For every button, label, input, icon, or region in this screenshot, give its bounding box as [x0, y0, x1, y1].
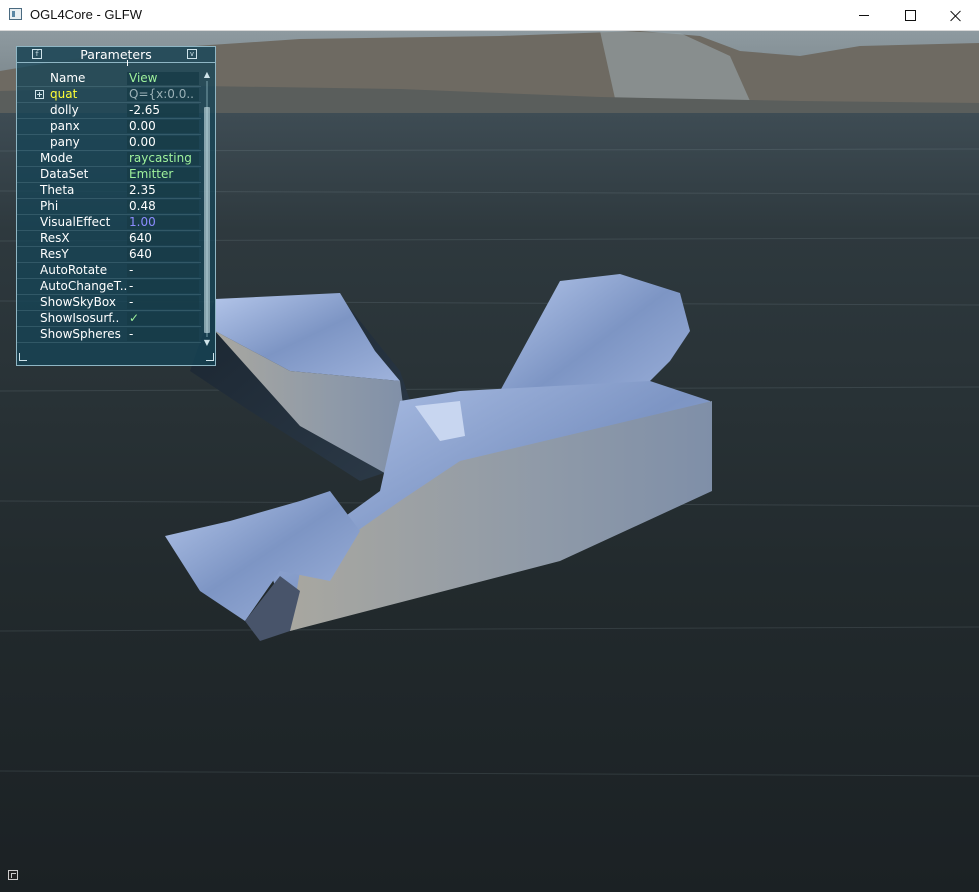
param-row-showisosurface[interactable]: ShowIsosurf.. ✓ [17, 311, 201, 327]
param-label: ShowIsosurf.. [40, 311, 120, 325]
maximize-icon [904, 10, 916, 21]
parameter-list: Name View quat Q={x:0.0.. dolly -2.65 pa… [17, 71, 201, 343]
param-row-autochange[interactable]: AutoChangeT.. - [17, 279, 201, 295]
param-label: VisualEffect [40, 215, 111, 229]
close-icon [950, 10, 962, 22]
scroll-thumb[interactable] [204, 107, 210, 333]
panel-header[interactable]: f Parameters v [17, 47, 215, 63]
param-label: ShowSpheres [40, 327, 121, 341]
param-value[interactable]: 0.00 [127, 136, 199, 149]
app-icon [9, 8, 22, 20]
param-label: quat [50, 87, 78, 101]
param-value[interactable]: - [127, 296, 199, 309]
param-label: ShowSkyBox [40, 295, 116, 309]
text-cursor [127, 60, 128, 66]
param-value[interactable]: - [127, 328, 199, 341]
param-row-panx[interactable]: panx 0.00 [17, 119, 201, 135]
param-value: View [127, 72, 199, 85]
param-value[interactable]: 640 [127, 232, 199, 245]
window-title: OGL4Core - GLFW [30, 7, 142, 22]
param-label: Theta [40, 183, 75, 197]
param-label: DataSet [40, 167, 89, 181]
param-value[interactable]: -2.65 [127, 104, 199, 117]
expand-plus-icon[interactable] [35, 90, 44, 99]
param-value[interactable]: 640 [127, 248, 199, 261]
close-button[interactable] [933, 0, 979, 31]
minimize-icon [859, 15, 869, 16]
param-value[interactable]: Q={x:0.0.. [127, 88, 199, 101]
resize-handle-right[interactable] [206, 353, 214, 361]
param-value[interactable]: - [127, 264, 199, 277]
panel-scrollbar[interactable]: ▲ ▼ [203, 71, 211, 347]
param-row-resy[interactable]: ResY 640 [17, 247, 201, 263]
param-row-theta[interactable]: Theta 2.35 [17, 183, 201, 199]
param-row-mode[interactable]: Mode raycasting [17, 151, 201, 167]
param-label: AutoRotate [40, 263, 108, 277]
param-value[interactable]: 1.00 [127, 216, 199, 229]
param-label: Phi [40, 199, 59, 213]
scroll-down-icon[interactable]: ▼ [203, 339, 211, 347]
param-value[interactable]: 0.48 [127, 200, 199, 213]
param-row-pany[interactable]: pany 0.00 [17, 135, 201, 151]
param-row-showskybox[interactable]: ShowSkyBox - [17, 295, 201, 311]
param-row-visualeffect[interactable]: VisualEffect 1.00 [17, 215, 201, 231]
param-label: pany [50, 135, 80, 149]
param-label: AutoChangeT.. [40, 279, 128, 293]
iconify-icon[interactable]: v [187, 49, 197, 59]
param-label: dolly [50, 103, 79, 117]
param-row-name[interactable]: Name View [17, 71, 201, 87]
param-value[interactable]: - [127, 280, 199, 293]
resize-handle-left[interactable] [19, 353, 27, 361]
minimize-button[interactable] [841, 0, 887, 31]
checkmark-icon[interactable]: ✓ [127, 312, 199, 325]
param-row-autorotate[interactable]: AutoRotate - [17, 263, 201, 279]
param-row-resx[interactable]: ResX 640 [17, 231, 201, 247]
param-row-phi[interactable]: Phi 0.48 [17, 199, 201, 215]
panel-title: Parameters [80, 47, 152, 62]
param-label: Name [50, 71, 86, 85]
param-label: ResY [40, 247, 69, 261]
param-value[interactable]: 0.00 [127, 120, 199, 133]
resize-corner-icon[interactable] [8, 870, 18, 880]
window-titlebar[interactable]: OGL4Core - GLFW [0, 0, 979, 31]
parameters-panel[interactable]: f Parameters v Name View quat Q={x:0.0..… [16, 46, 216, 366]
param-label: ResX [40, 231, 70, 245]
param-value[interactable]: 2.35 [127, 184, 199, 197]
param-value[interactable]: raycasting [127, 152, 199, 165]
param-label: Mode [40, 151, 73, 165]
maximize-button[interactable] [887, 0, 933, 31]
param-row-dataset[interactable]: DataSet Emitter [17, 167, 201, 183]
param-row-quat[interactable]: quat Q={x:0.0.. [17, 87, 201, 103]
param-row-showspheres[interactable]: ShowSpheres - [17, 327, 201, 343]
param-value[interactable]: Emitter [127, 168, 199, 181]
param-row-dolly[interactable]: dolly -2.65 [17, 103, 201, 119]
scroll-up-icon[interactable]: ▲ [203, 71, 211, 79]
param-label: panx [50, 119, 80, 133]
